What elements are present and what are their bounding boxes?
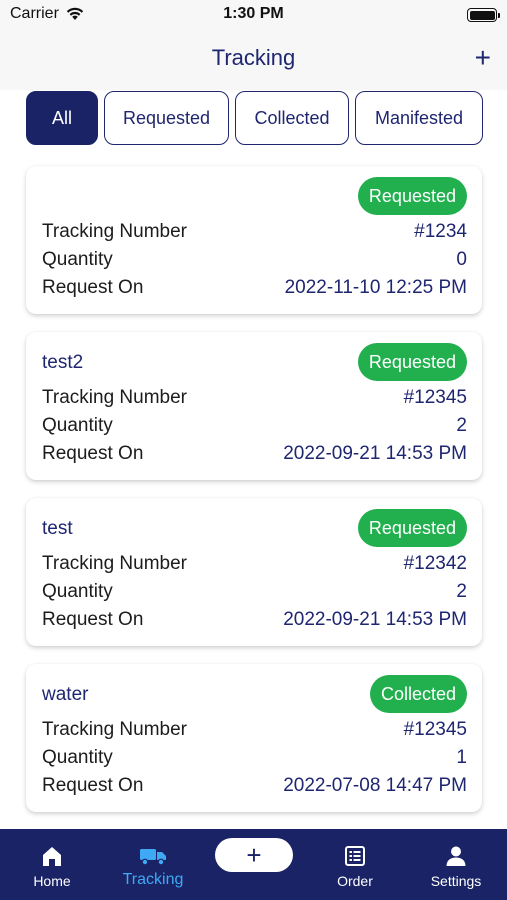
request-on-label: Request On [42, 775, 144, 796]
quantity-label: Quantity [42, 581, 113, 602]
tab-home[interactable]: Home [22, 829, 82, 900]
request-on-value: 2022-11-10 12:25 PM [284, 277, 467, 298]
navigation-bar: Tracking + [0, 30, 507, 90]
tracking-number-row: Tracking Number #1234 [42, 219, 467, 245]
tracking-card[interactable]: water Collected Tracking Number #12345 Q… [26, 664, 482, 812]
quantity-label: Quantity [42, 747, 113, 768]
request-on-label: Request On [42, 277, 144, 298]
tracking-number-row: Tracking Number #12345 [42, 385, 467, 411]
quantity-label: Quantity [42, 415, 113, 436]
card-title: test2 [42, 352, 84, 373]
tracking-number-row: Tracking Number #12342 [42, 551, 467, 577]
bottom-tab-bar: Home Tracking + Order Settings [0, 829, 507, 900]
add-tracking-button[interactable]: + [475, 44, 491, 72]
filter-manifested[interactable]: Manifested [355, 91, 483, 145]
tab-tracking-label: Tracking [122, 871, 184, 888]
tracking-number-label: Tracking Number [42, 719, 188, 740]
quantity-value: 1 [456, 747, 467, 768]
quantity-value: 0 [456, 249, 467, 270]
request-on-row: Request On 2022-09-21 14:53 PM [42, 441, 467, 467]
tracking-card[interactable]: Requested Tracking Number #1234 Quantity… [26, 166, 482, 314]
quantity-row: Quantity 0 [42, 247, 467, 273]
tracking-card[interactable]: test Requested Tracking Number #12342 Qu… [26, 498, 482, 646]
request-on-row: Request On 2022-09-21 14:53 PM [42, 607, 467, 633]
tracking-number-row: Tracking Number #12345 [42, 717, 467, 743]
order-list-icon [345, 846, 365, 866]
tracking-card[interactable]: test2 Requested Tracking Number #12345 Q… [26, 332, 482, 480]
quantity-row: Quantity 1 [42, 745, 467, 771]
request-on-value: 2022-09-21 14:53 PM [283, 609, 467, 630]
tab-tracking[interactable]: Tracking [112, 829, 194, 900]
request-on-row: Request On 2022-07-08 14:47 PM [42, 773, 467, 799]
center-add-button[interactable]: + [215, 838, 293, 872]
quantity-label: Quantity [42, 249, 113, 270]
request-on-label: Request On [42, 443, 144, 464]
tracking-number-label: Tracking Number [42, 387, 188, 408]
person-icon [446, 846, 466, 866]
home-icon [43, 847, 61, 866]
filter-collected[interactable]: Collected [235, 91, 349, 145]
status-badge: Collected [369, 675, 467, 713]
tracking-number-label: Tracking Number [42, 553, 188, 574]
card-title: test [42, 518, 73, 539]
tab-order-label: Order [337, 873, 373, 889]
card-title: water [42, 684, 89, 705]
status-badge: Requested [357, 343, 467, 381]
truck-icon [140, 849, 166, 866]
filter-requested[interactable]: Requested [104, 91, 229, 145]
tab-settings-label: Settings [430, 873, 482, 889]
tracking-number-value: #12342 [403, 553, 467, 574]
status-bar: Carrier 1:30 PM [0, 0, 507, 30]
quantity-value: 2 [456, 581, 467, 602]
tab-order[interactable]: Order [325, 829, 385, 900]
page-title: Tracking [211, 45, 296, 70]
quantity-row: Quantity 2 [42, 579, 467, 605]
request-on-label: Request On [42, 609, 144, 630]
status-badge: Requested [357, 177, 467, 215]
tracking-number-label: Tracking Number [42, 221, 188, 242]
status-time: 1:30 PM [223, 5, 284, 22]
request-on-row: Request On 2022-11-10 12:25 PM [42, 275, 467, 301]
battery-icon [467, 8, 500, 22]
tracking-number-value: #12345 [403, 387, 467, 408]
status-badge: Requested [357, 509, 467, 547]
request-on-value: 2022-09-21 14:53 PM [283, 443, 467, 464]
quantity-row: Quantity 2 [42, 413, 467, 439]
filter-all[interactable]: All [26, 91, 98, 145]
tracking-number-value: #12345 [403, 719, 467, 740]
tracking-number-value: #1234 [414, 221, 467, 242]
request-on-value: 2022-07-08 14:47 PM [283, 775, 467, 796]
status-filter-bar: All Requested Collected Manifested [26, 91, 483, 145]
tab-settings[interactable]: Settings [421, 829, 491, 900]
quantity-value: 2 [456, 415, 467, 436]
tab-home-label: Home [33, 873, 71, 889]
